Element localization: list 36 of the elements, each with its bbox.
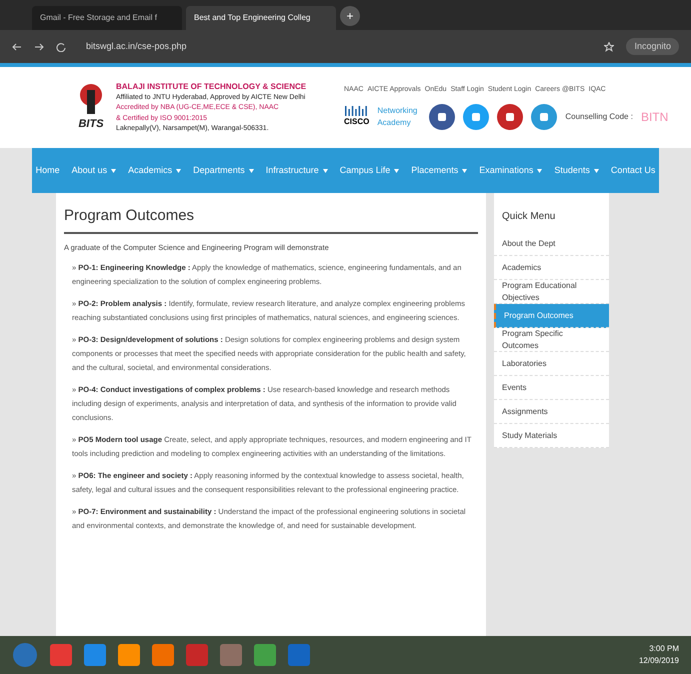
counselling-label: Counselling Code : bbox=[565, 110, 633, 123]
taskbar-app-icon[interactable] bbox=[186, 644, 208, 666]
quick-menu-item[interactable]: Events bbox=[494, 376, 609, 400]
quick-menu-item[interactable]: Laboratories bbox=[494, 352, 609, 376]
page-title: Program Outcomes bbox=[64, 205, 478, 234]
clock-time: 3:00 PM bbox=[649, 643, 679, 655]
back-icon[interactable] bbox=[12, 42, 22, 52]
taskbar-app-icon[interactable] bbox=[152, 644, 174, 666]
taskbar-app-icon[interactable] bbox=[220, 644, 242, 666]
signal-bars-icon bbox=[344, 106, 369, 116]
start-icon[interactable] bbox=[12, 642, 38, 668]
logo-text: BITS bbox=[78, 117, 104, 132]
quick-menu-item[interactable]: Study Materials bbox=[494, 424, 609, 448]
reload-icon[interactable] bbox=[56, 42, 66, 52]
browser-tab[interactable]: Gmail - Free Storage and Email f bbox=[32, 6, 182, 30]
cisco-text: CISCO bbox=[344, 116, 370, 128]
incognito-badge[interactable]: Incognito bbox=[626, 38, 679, 56]
quick-menu-item[interactable]: Academics bbox=[494, 256, 609, 280]
star-icon[interactable] bbox=[604, 42, 614, 52]
forward-icon[interactable] bbox=[34, 42, 44, 52]
quick-menu-item[interactable]: About the Dept bbox=[494, 232, 609, 256]
browser-tab[interactable]: Best and Top Engineering Colleg bbox=[186, 6, 336, 30]
taskbar-app-icon[interactable] bbox=[50, 644, 72, 666]
counselling-code: BITN bbox=[640, 108, 668, 126]
taskbar-app-icon[interactable] bbox=[118, 644, 140, 666]
clock-date: 12/09/2019 bbox=[638, 655, 679, 667]
taskbar-app-icon[interactable] bbox=[254, 644, 276, 666]
taskbar-app-icon[interactable] bbox=[84, 644, 106, 666]
cisco-label: Networking Academy bbox=[377, 104, 418, 129]
taskbar-app-icon[interactable] bbox=[288, 644, 310, 666]
new-tab-button[interactable]: + bbox=[340, 6, 360, 26]
quick-menu-item[interactable]: Assignments bbox=[494, 400, 609, 424]
quick-menu-item[interactable]: Program Specific Outcomes bbox=[494, 328, 609, 352]
institute-name: BALAJI INSTITUTE OF TECHNOLOGY & SCIENCE bbox=[116, 80, 308, 92]
address-bar[interactable]: bitswgl.ac.in/cse-pos.php bbox=[78, 40, 592, 54]
quick-menu-title: Quick Menu bbox=[501, 210, 556, 224]
